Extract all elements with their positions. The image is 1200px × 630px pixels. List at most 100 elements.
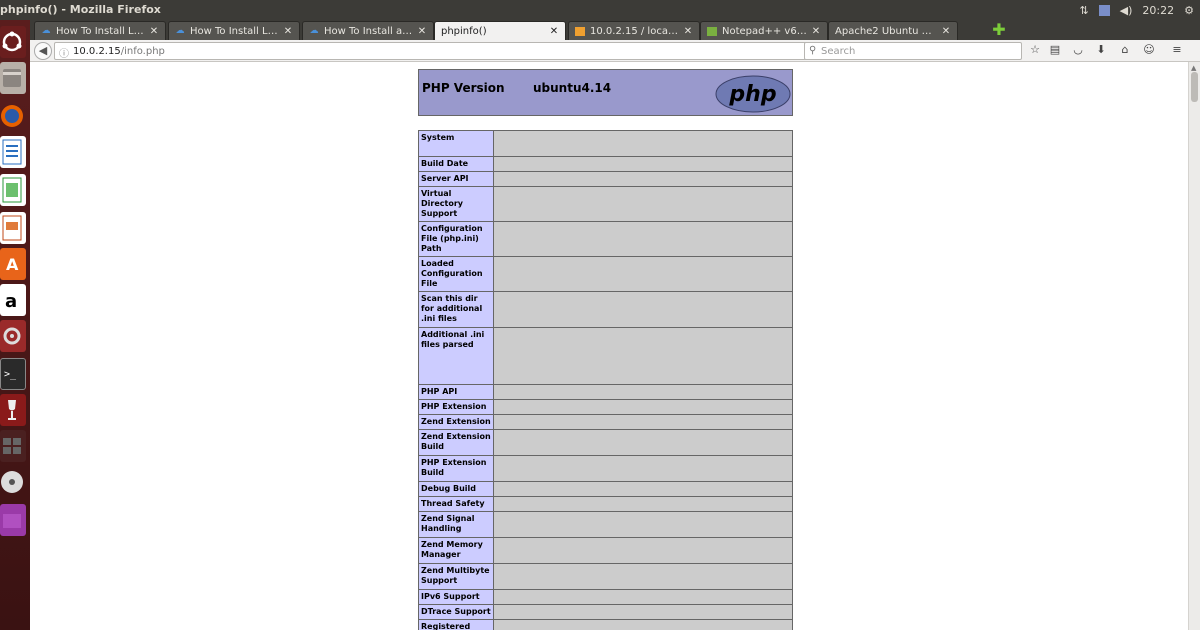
php-info-table: System Build Date Server API Virtual Direct… bbox=[418, 130, 793, 630]
chat-icon[interactable]: ☺ bbox=[1142, 43, 1156, 57]
table-row: Loaded Configuration File bbox=[418, 256, 793, 292]
table-row: Zend Memory Manager bbox=[418, 537, 793, 564]
dash-home-icon[interactable] bbox=[0, 26, 26, 58]
info-key-cell: Server API bbox=[418, 171, 494, 187]
clock[interactable]: 20:22 bbox=[1142, 4, 1174, 17]
info-key-cell: Scan this dir for additional .ini files bbox=[418, 291, 494, 328]
table-row: PHP Extension Build bbox=[418, 455, 793, 482]
info-value-cell bbox=[493, 327, 793, 385]
files-icon[interactable] bbox=[0, 62, 26, 94]
libreoffice-impress-icon[interactable] bbox=[0, 212, 26, 244]
bookmark-star-icon[interactable]: ☆ bbox=[1028, 43, 1042, 57]
tab[interactable]: ☁ How To Install and S... ✕ bbox=[302, 21, 434, 40]
info-key-cell: Zend Memory Manager bbox=[418, 537, 494, 564]
table-row: Debug Build bbox=[418, 481, 793, 497]
info-key-cell: Zend Signal Handling bbox=[418, 511, 494, 538]
tab-strip: ☁ How To Install Linux... ✕ ☁ How To Ins… bbox=[30, 20, 1200, 40]
top-panel: phpinfo() - Mozilla Firefox ⇅ ◀) 20:22 ⚙ bbox=[0, 0, 1200, 20]
back-arrow-icon[interactable]: ◀ bbox=[34, 42, 52, 60]
close-icon[interactable]: ✕ bbox=[149, 26, 159, 37]
info-key-cell: System bbox=[418, 130, 494, 157]
table-row: Additional .ini files parsed bbox=[418, 327, 793, 385]
info-value-cell bbox=[493, 256, 793, 292]
terminal-icon[interactable]: >_ bbox=[0, 358, 26, 390]
volume-icon[interactable]: ◀) bbox=[1120, 4, 1133, 17]
indicator-area: ⇅ ◀) 20:22 ⚙ bbox=[1079, 0, 1200, 20]
url-host: 10.0.2.15 bbox=[73, 45, 121, 57]
new-tab-plus-icon[interactable]: ✚ bbox=[991, 22, 1007, 38]
info-value-cell bbox=[493, 399, 793, 415]
scroll-up-arrow-icon[interactable]: ▲ bbox=[1191, 64, 1196, 72]
info-key-cell: Build Date bbox=[418, 156, 494, 172]
tab[interactable]: ☁ How To Install Linux... ✕ bbox=[168, 21, 300, 40]
svg-text:>_: >_ bbox=[4, 369, 17, 380]
info-value-cell bbox=[493, 171, 793, 187]
scrollbar-thumb[interactable] bbox=[1191, 72, 1198, 102]
info-key-cell: Virtual Directory Support bbox=[418, 186, 494, 222]
search-input[interactable]: ⚲ Search bbox=[804, 42, 1022, 60]
info-key-cell: Zend Extension bbox=[418, 414, 494, 430]
downloads-icon[interactable]: ⬇ bbox=[1094, 43, 1108, 57]
firefox-icon[interactable] bbox=[0, 100, 26, 132]
close-icon[interactable]: ✕ bbox=[283, 26, 293, 37]
info-key-cell: IPv6 Support bbox=[418, 589, 494, 605]
pocket-icon[interactable]: ◡ bbox=[1071, 43, 1085, 57]
info-key-cell: PHP Extension Build bbox=[418, 455, 494, 482]
reading-list-icon[interactable]: ▤ bbox=[1048, 43, 1062, 57]
tab[interactable]: 10.0.2.15 / localhost... ✕ bbox=[568, 21, 700, 40]
table-row: Registered PHP Streams bbox=[418, 619, 793, 630]
info-key-cell: Zend Extension Build bbox=[418, 429, 494, 456]
amazon-icon[interactable]: a bbox=[0, 284, 26, 316]
libreoffice-writer-icon[interactable] bbox=[0, 136, 26, 168]
info-value-cell bbox=[493, 186, 793, 222]
close-icon[interactable]: ✕ bbox=[417, 26, 427, 37]
libreoffice-calc-icon[interactable] bbox=[0, 174, 26, 206]
site-info-icon[interactable]: ⓘ bbox=[59, 45, 69, 60]
wine-icon[interactable] bbox=[0, 394, 26, 426]
info-key-cell: DTrace Support bbox=[418, 604, 494, 620]
tab[interactable]: Apache2 Ubuntu Defaul... ✕ bbox=[828, 21, 958, 40]
trash-icon[interactable] bbox=[0, 504, 26, 536]
php-logo: php bbox=[715, 75, 791, 113]
keyboard-layout-icon[interactable] bbox=[1098, 4, 1110, 16]
info-value-cell bbox=[493, 589, 793, 605]
info-key-cell: Additional .ini files parsed bbox=[418, 327, 494, 385]
workspace-switcher-icon[interactable] bbox=[0, 430, 26, 462]
tab-active[interactable]: phpinfo() ✕ bbox=[434, 21, 566, 40]
info-value-cell bbox=[493, 384, 793, 400]
window-title: phpinfo() - Mozilla Firefox bbox=[0, 3, 161, 16]
close-icon[interactable]: ✕ bbox=[941, 26, 951, 37]
info-value-cell bbox=[493, 221, 793, 257]
table-row: Virtual Directory Support bbox=[418, 186, 793, 222]
url-bar[interactable]: ⓘ 10.0.2.15/info.php ↻ bbox=[54, 42, 829, 60]
info-value-cell bbox=[493, 156, 793, 172]
tab[interactable]: Notepad++ v6.9 - Cu... ✕ bbox=[700, 21, 828, 40]
php-version-header: PHP Version ubuntu4.14 php bbox=[418, 69, 793, 116]
info-value-cell bbox=[493, 563, 793, 590]
close-icon[interactable]: ✕ bbox=[683, 26, 693, 37]
home-icon[interactable]: ⌂ bbox=[1118, 43, 1132, 57]
info-key-cell: Registered PHP Streams bbox=[418, 619, 494, 630]
search-placeholder: Search bbox=[821, 45, 856, 57]
software-center-icon[interactable]: A bbox=[0, 248, 26, 280]
tab[interactable]: ☁ How To Install Linux... ✕ bbox=[34, 21, 166, 40]
vertical-scrollbar[interactable]: ▲ bbox=[1188, 62, 1200, 630]
info-value-cell bbox=[493, 537, 793, 564]
info-key-cell: Thread Safety bbox=[418, 496, 494, 512]
system-settings-icon[interactable] bbox=[0, 320, 26, 352]
settings-gear-icon[interactable]: ⚙ bbox=[1184, 4, 1194, 17]
table-row: Zend Extension Build bbox=[418, 429, 793, 456]
close-icon[interactable]: ✕ bbox=[549, 26, 559, 37]
menu-icon[interactable]: ≡ bbox=[1170, 43, 1184, 57]
network-icon[interactable]: ⇅ bbox=[1079, 4, 1088, 17]
table-row: IPv6 Support bbox=[418, 589, 793, 605]
table-row: Scan this dir for additional .ini files bbox=[418, 291, 793, 328]
close-icon[interactable]: ✕ bbox=[811, 26, 821, 37]
svg-text:php: php bbox=[728, 82, 776, 107]
dvd-drive-icon[interactable] bbox=[0, 466, 26, 498]
info-key-cell: Configuration File (php.ini) Path bbox=[418, 221, 494, 257]
table-row: PHP API bbox=[418, 384, 793, 400]
info-value-cell bbox=[493, 414, 793, 430]
svg-text:a: a bbox=[5, 291, 17, 312]
info-value-cell bbox=[493, 130, 793, 157]
